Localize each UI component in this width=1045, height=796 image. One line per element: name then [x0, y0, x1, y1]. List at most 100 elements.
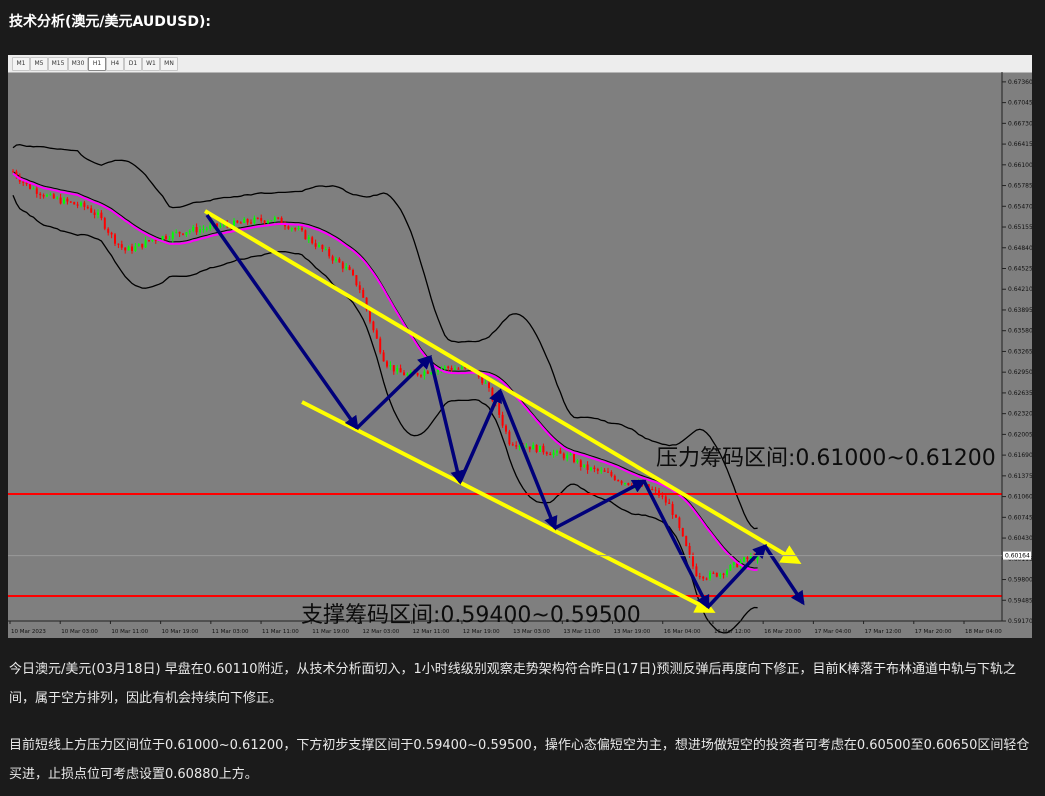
price-tick-label: 0.65470 — [1008, 203, 1032, 210]
timeframe-h1[interactable]: H1 — [88, 57, 106, 71]
time-tick-label: 12 Mar 03:00 — [362, 629, 399, 635]
candle-body — [542, 445, 545, 453]
candle-body — [318, 244, 320, 247]
candle-body — [420, 375, 422, 377]
candle-body — [593, 467, 596, 469]
candle-body — [726, 570, 728, 575]
candle-body — [144, 240, 147, 248]
timeframe-d1[interactable]: D1 — [124, 57, 142, 71]
price-tick-label: 0.62950 — [1008, 369, 1032, 376]
candle-body — [49, 194, 52, 196]
candle-body — [627, 482, 630, 486]
bollinger-lower — [12, 194, 758, 634]
timeframe-h4[interactable]: H4 — [106, 57, 124, 71]
candle-body — [273, 217, 276, 221]
candle-body — [25, 182, 28, 185]
price-chart[interactable]: M1 M5 M15 M30 H1 H4 D1 W1 MN 0.67360 0.67045 0.667… — [8, 55, 1032, 638]
candle-body — [202, 228, 205, 230]
candle-body — [83, 202, 86, 207]
candle-body — [562, 453, 565, 459]
candle-body — [287, 226, 290, 229]
timeframe-mn[interactable]: MN — [160, 57, 178, 71]
candle-body — [443, 366, 446, 369]
candle-body — [508, 431, 511, 445]
candle-body — [607, 471, 609, 473]
trend-arrow — [458, 388, 502, 483]
price-tick-label: 0.63265 — [1008, 348, 1032, 355]
candle-body — [722, 573, 725, 575]
candle-body — [719, 573, 722, 577]
candle-body — [379, 338, 382, 353]
candle-body — [239, 222, 242, 224]
time-tick-label: 13 Mar 11:00 — [563, 629, 600, 635]
candle-body — [86, 206, 89, 209]
candle-body — [355, 275, 358, 286]
time-tick-label: 11 Mar 11:00 — [262, 629, 299, 635]
price-tick-label: 0.64840 — [1008, 245, 1032, 252]
chart-canvas[interactable]: 0.67360 0.67045 0.66730 0.66415 0.66100 0.657… — [8, 72, 1032, 638]
candle-body — [392, 365, 395, 372]
candle-body — [151, 239, 154, 241]
candle-body — [335, 258, 337, 261]
candle-body — [664, 496, 667, 503]
channel-lower[interactable] — [301, 400, 716, 613]
candle-body — [348, 266, 351, 270]
price-tick-label: 0.61060 — [1008, 494, 1032, 501]
timeframe-m30[interactable]: M30 — [68, 57, 88, 71]
candle-body — [236, 220, 239, 223]
candle-body — [311, 237, 314, 244]
price-tick-label: 0.62005 — [1008, 431, 1032, 438]
candle-body — [205, 228, 208, 230]
time-tick-label: 12 Mar 11:00 — [413, 629, 450, 635]
candle-body — [69, 201, 72, 203]
candle-body — [406, 373, 409, 376]
bollinger-middle — [12, 171, 758, 569]
candle-body — [39, 193, 42, 196]
price-tick-label: 0.62635 — [1008, 390, 1032, 397]
candle-body — [100, 212, 103, 219]
candle-body — [171, 232, 174, 239]
candle-body — [559, 450, 562, 454]
candle-body — [590, 467, 592, 470]
timeframe-m15[interactable]: M15 — [48, 57, 68, 71]
trend-arrow — [642, 480, 710, 610]
candle-body — [103, 218, 106, 229]
candle-body — [712, 572, 715, 574]
candle-body — [382, 352, 385, 362]
candle-body — [93, 212, 96, 215]
candle-body — [675, 515, 677, 518]
time-tick-label: 17 Mar 20:00 — [915, 629, 952, 635]
candle-body — [484, 382, 487, 384]
price-tick-label: 0.63895 — [1008, 307, 1032, 314]
candle-body — [539, 445, 541, 452]
candle-body — [290, 228, 293, 230]
candle-body — [617, 479, 620, 482]
candle-body — [685, 536, 688, 546]
candle-body — [63, 198, 65, 204]
price-tick-label: 0.60430 — [1008, 535, 1032, 542]
time-tick-label: 13 Mar 03:00 — [513, 629, 550, 635]
price-tick-label: 0.59485 — [1008, 597, 1032, 604]
candle-body — [488, 382, 490, 389]
channel-upper[interactable] — [203, 209, 802, 565]
candle-body — [460, 367, 463, 369]
timeframe-m1[interactable]: M1 — [12, 57, 30, 71]
analysis-paragraph-1: 今日澳元/美元(03月18日) 早盘在0.60110附近，从技术分析面切入，1小… — [9, 662, 1016, 706]
candle-body — [624, 482, 626, 484]
time-tick-label: 17 Mar 12:00 — [865, 629, 902, 635]
candles — [12, 169, 759, 582]
timeframe-m5[interactable]: M5 — [30, 57, 48, 71]
candle-body — [705, 578, 708, 580]
candle-body — [321, 244, 324, 250]
price-tick-label: 0.63580 — [1008, 328, 1032, 335]
candle-body — [137, 243, 140, 247]
candle-body — [297, 227, 300, 229]
candle-body — [423, 371, 426, 376]
candle-body — [515, 445, 518, 447]
timeframe-w1[interactable]: W1 — [142, 57, 160, 71]
candle-body — [161, 236, 164, 241]
candle-body — [525, 446, 528, 448]
candle-body — [491, 388, 494, 401]
horizontal-levels — [8, 492, 1002, 597]
time-tick-label: 10 Mar 11:00 — [111, 629, 148, 635]
